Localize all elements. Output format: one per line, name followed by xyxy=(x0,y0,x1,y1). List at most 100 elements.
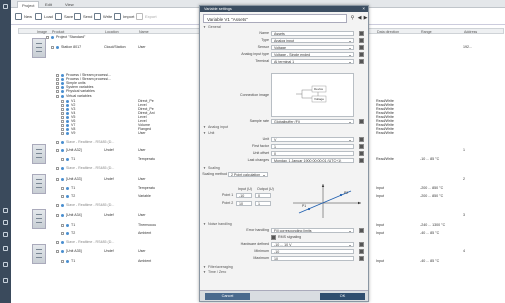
new-button[interactable]: New xyxy=(15,12,32,21)
tab-edit[interactable]: Edit xyxy=(41,1,56,8)
connection-label-wrap: Connection image xyxy=(203,93,269,98)
field-terminal-checkbox[interactable] xyxy=(359,59,364,64)
field-terminal-label: Terminal xyxy=(255,59,269,63)
limit-hardware-defined-checkbox[interactable] xyxy=(359,242,364,247)
tab-view[interactable]: View xyxy=(61,1,78,8)
expand-icon[interactable] xyxy=(61,260,64,263)
error-handling-label: Error handling xyxy=(246,228,269,232)
section-unit[interactable]: ▼ Unit xyxy=(203,131,367,136)
expand-icon[interactable] xyxy=(56,250,59,253)
item-icon xyxy=(61,95,64,98)
user-icon[interactable] xyxy=(3,262,8,267)
row-location: Undef xyxy=(104,213,114,217)
unit-first-factor-label: First factor xyxy=(252,144,269,148)
save-button[interactable]: Save xyxy=(55,12,73,21)
item-icon xyxy=(61,214,64,217)
sample-rate-checkbox[interactable] xyxy=(359,119,364,124)
cancel-button[interactable]: Cancel xyxy=(205,293,250,300)
section-analog_input[interactable]: ▼ Analog input xyxy=(203,125,367,130)
expand-icon[interactable] xyxy=(61,232,64,235)
limit-hardware-defined-dropdown[interactable]: -10 ... 10 V xyxy=(271,242,354,247)
next-icon[interactable]: ▶ xyxy=(362,15,369,22)
unit-last-changes-field[interactable]: Monday, 1 Januar 1900 00:00:01 (UTC+1) xyxy=(271,158,354,163)
limit-minimum-checkbox[interactable] xyxy=(359,249,364,254)
row-name: T1 xyxy=(71,157,76,161)
expand-icon[interactable] xyxy=(56,241,59,244)
import-button[interactable]: Import xyxy=(114,12,134,21)
pt2-input-field[interactable]: 10 xyxy=(236,201,252,206)
section-noise[interactable]: ▼ Noise handling xyxy=(203,222,367,227)
field-terminal-dropdown[interactable]: AI terminal 1 xyxy=(271,59,354,64)
expand-icon[interactable] xyxy=(56,167,59,170)
unit-first-factor-field[interactable]: 1 xyxy=(271,144,354,149)
expand-icon[interactable] xyxy=(61,158,64,161)
scaling-method-dropdown[interactable]: 2 Point calculation xyxy=(228,172,268,177)
tab-project[interactable]: Project xyxy=(17,1,40,8)
expand-icon[interactable] xyxy=(46,36,49,39)
variable-selector[interactable]: Variable V1 "Assets" xyxy=(203,14,347,23)
row-name: Slave - Realtime - RS485 (D... xyxy=(66,203,115,207)
chart-icon[interactable] xyxy=(3,232,8,237)
limit-maximum-field[interactable]: 10 xyxy=(271,256,354,261)
item-icon xyxy=(66,158,69,161)
unit-unit-offset-field[interactable]: 0 xyxy=(271,151,354,156)
unit-unit-offset-checkbox[interactable] xyxy=(359,151,364,156)
unit-unit-dropdown[interactable]: V xyxy=(271,137,354,142)
field-type-dropdown[interactable]: Analog input xyxy=(271,38,354,43)
expand-icon[interactable] xyxy=(56,95,59,98)
point-1-marker xyxy=(307,207,311,211)
section-scaling[interactable]: ▼ Scaling xyxy=(203,166,367,171)
expand-icon[interactable] xyxy=(51,46,54,49)
sample-rate-dropdown[interactable]: Globalbuffer (Fi) xyxy=(271,119,354,124)
expand-icon[interactable] xyxy=(56,214,59,217)
field-sensor-dropdown[interactable]: Voltage xyxy=(271,45,354,50)
rms-checkbox[interactable] xyxy=(271,235,276,240)
expand-icon[interactable] xyxy=(56,204,59,207)
list-icon[interactable] xyxy=(3,220,8,225)
home-icon[interactable] xyxy=(3,4,8,9)
unit-unit-checkbox[interactable] xyxy=(359,137,364,142)
send-button[interactable]: Send xyxy=(74,12,92,21)
pin-icon[interactable]: ⚲ xyxy=(349,15,356,22)
expand-icon[interactable] xyxy=(61,224,64,227)
sample-rate-label-wrap: Sample rate xyxy=(203,119,269,124)
limit-minimum-field[interactable]: -10 xyxy=(271,249,354,254)
ok-button[interactable]: OK xyxy=(320,293,365,300)
error-handling-dropdown[interactable]: Fill corresponding limits xyxy=(271,228,354,233)
point-2-marker xyxy=(339,193,343,197)
expand-icon[interactable] xyxy=(61,195,64,198)
expand-icon[interactable] xyxy=(56,178,59,181)
expand-icon[interactable] xyxy=(56,149,59,152)
field-name-field[interactable]: Assets xyxy=(271,31,354,36)
unit-first-factor-checkbox[interactable] xyxy=(359,144,364,149)
wrench-icon[interactable] xyxy=(3,208,8,213)
item-icon xyxy=(61,204,64,207)
pt1-input-field[interactable]: -10 xyxy=(236,193,252,198)
row-location: Undef xyxy=(104,249,114,253)
field-analog-input-type-dropdown[interactable]: Voltage - Single ended xyxy=(271,52,354,57)
expand-icon[interactable] xyxy=(56,141,59,144)
row-range: -40 ... 85 °C xyxy=(420,259,440,263)
gear-icon[interactable] xyxy=(3,246,8,251)
collapse-icon: ▼ xyxy=(203,131,206,135)
bell-icon[interactable] xyxy=(3,278,8,283)
field-analog-input-type-checkbox[interactable] xyxy=(359,52,364,57)
expand-icon[interactable] xyxy=(61,187,64,190)
pt2-output-field[interactable]: 1 xyxy=(255,201,271,206)
field-type-checkbox[interactable] xyxy=(359,38,364,43)
section-general[interactable]: ▼ General xyxy=(203,25,367,30)
pt1-output-field[interactable]: 0 xyxy=(255,193,271,198)
write-button[interactable]: Write xyxy=(94,12,112,21)
field-sensor-checkbox[interactable] xyxy=(359,45,364,50)
error-handling-checkbox[interactable] xyxy=(359,228,364,233)
write-icon xyxy=(94,12,101,20)
expand-icon[interactable] xyxy=(61,132,64,135)
load-button[interactable]: Load xyxy=(35,12,53,21)
limit-maximum-checkbox[interactable] xyxy=(359,256,364,261)
section-time[interactable]: ▼ Time / Zero xyxy=(203,270,367,275)
unit-last-changes-checkbox[interactable] xyxy=(359,158,364,163)
field-name-checkbox[interactable] xyxy=(359,31,364,36)
item-icon xyxy=(61,141,64,144)
expand-icon[interactable] xyxy=(56,90,59,93)
close-icon[interactable]: × xyxy=(362,6,365,12)
